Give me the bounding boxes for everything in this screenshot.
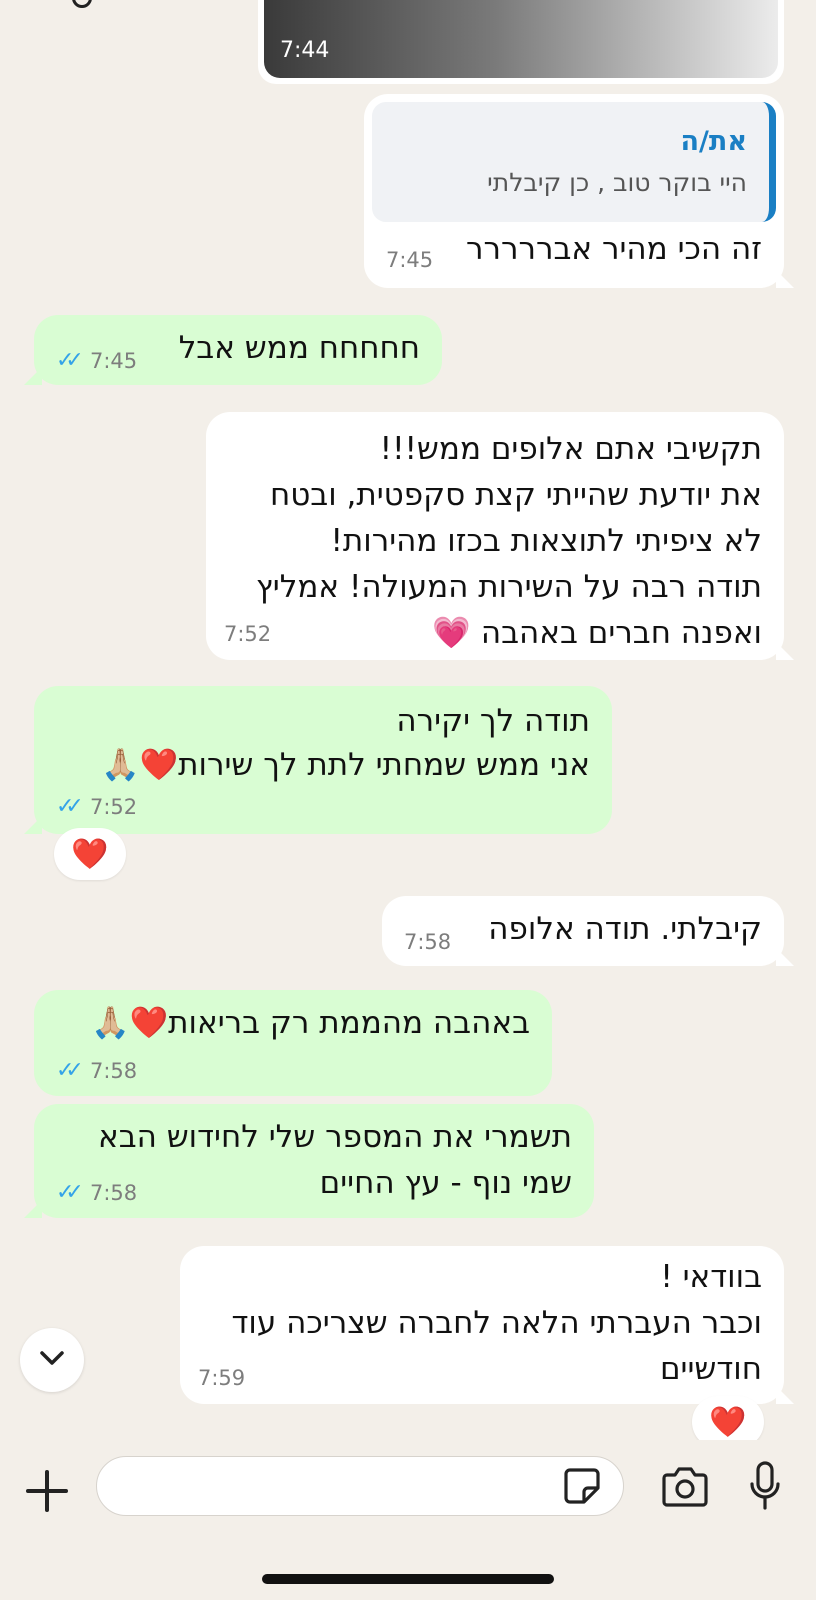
double-check-icon: ✓✓ [56,794,84,819]
message-line: תקשיבי אתם אלופים ממש!!! [379,431,762,467]
plus-icon[interactable] [24,1468,70,1514]
message-time: 7:52 [224,622,272,646]
home-indicator[interactable] [262,1574,554,1584]
message-time: 7:52 [90,795,138,819]
message-line: חודשיים [659,1351,762,1387]
message-time: 7:58 [90,1181,138,1205]
media-thumbnail[interactable] [264,0,778,78]
message-line: תודה רבה על השירות המעולה! אמליץ [256,569,762,605]
message-time: 7:58 [90,1059,138,1083]
message-text: קיבלתי. תודה אלופה [488,911,762,947]
incoming-message[interactable]: את/ה היי בוקר טוב , כן קיבלתי זה הכי מהי… [364,94,794,288]
camera-icon[interactable] [660,1466,710,1508]
message-line: את יודעת שהייתי קצת סקפטית, ובטח [269,477,762,513]
message-line: בוודאי ! [660,1259,762,1295]
header-icon[interactable] [72,0,92,8]
message-time: 7:44 [280,38,330,63]
message-line: לא ציפיתי לתוצאות בכזו מהירות! [330,523,762,559]
message-time: 7:45 [386,248,434,272]
media-message[interactable]: 7:44 [258,0,784,84]
quote-author: את/ה [680,126,747,157]
message-line: אני ממש שמחתי לתת לך שירות❤️🙏🏼 [100,747,590,783]
microphone-icon[interactable] [748,1460,782,1512]
incoming-message[interactable]: תקשיבי אתם אלופים ממש!!! את יודעת שהייתי… [206,412,794,660]
outgoing-message[interactable]: באהבה מהממת רק בריאות❤️🙏🏼 ✓✓ 7:58 [34,990,552,1096]
heart-reaction[interactable]: ❤️ [54,828,126,880]
message-time: 7:59 [198,1366,246,1390]
message-text: חחחחח ממש אבל [178,330,420,366]
message-line: תשמרי את המספר שלי לחידוש הבא [97,1119,572,1155]
message-line: וכבר העברתי הלאה לחברה שצריכה עוד [231,1305,762,1341]
message-line: תודה לך יקירה [396,703,590,739]
outgoing-message[interactable]: חחחחח ממש אבל ✓✓ 7:45 [24,315,442,385]
message-time: 7:45 [90,349,138,373]
chevron-down-icon [40,1351,64,1365]
message-text: זה הכי מהיר אבררררר [466,231,762,267]
message-input[interactable] [96,1456,624,1516]
quote-text: היי בוקר טוב , כן קיבלתי [487,168,747,197]
message-time: 7:58 [404,930,452,954]
double-check-icon: ✓✓ [56,1058,84,1083]
outgoing-message[interactable]: תשמרי את המספר שלי לחידוש הבא שמי נוף - … [24,1104,594,1218]
message-line: ואפנה חברים באהבה 💗 [432,615,762,651]
composer-bar [0,1440,816,1600]
incoming-message[interactable]: קיבלתי. תודה אלופה 7:58 [382,896,794,966]
double-check-icon: ✓✓ [56,348,84,373]
scroll-down-button[interactable] [20,1328,84,1392]
double-check-icon: ✓✓ [56,1180,84,1205]
sticker-icon[interactable] [562,1466,602,1506]
quoted-message[interactable]: את/ה היי בוקר טוב , כן קיבלתי [372,102,776,222]
outgoing-message[interactable]: תודה לך יקירה אני ממש שמחתי לתת לך שירות… [24,686,612,834]
message-text: באהבה מהממת רק בריאות❤️🙏🏼 [90,1005,530,1041]
chat-screen: 7:44 את/ה היי בוקר טוב , כן קיבלתי זה הכ… [0,0,816,1600]
incoming-message[interactable]: בוודאי ! וכבר העברתי הלאה לחברה שצריכה ע… [180,1246,794,1404]
message-line: שמי נוף - עץ החיים [319,1165,572,1201]
